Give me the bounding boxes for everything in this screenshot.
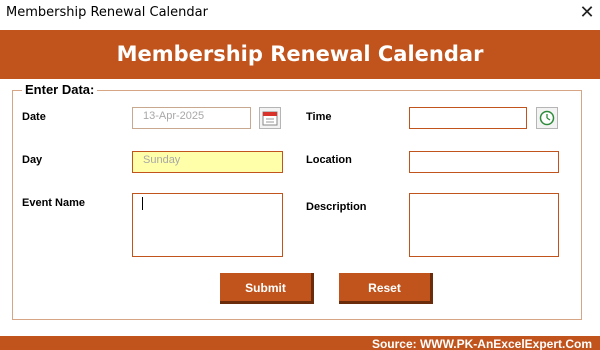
time-picker-button[interactable] [536, 107, 558, 129]
event-name-label: Event Name [22, 197, 85, 209]
enter-data-label: Enter Data: [22, 82, 98, 97]
day-value: Sunday [143, 154, 181, 166]
close-icon[interactable]: ✕ [576, 0, 598, 24]
description-field[interactable] [409, 193, 559, 257]
date-picker-button[interactable] [259, 107, 281, 129]
clock-icon [539, 110, 555, 126]
reset-button[interactable]: Reset [339, 273, 433, 304]
location-label: Location [306, 154, 352, 166]
calendar-icon [262, 111, 278, 126]
day-field[interactable]: Sunday [132, 151, 283, 173]
time-field[interactable] [409, 107, 527, 129]
banner: Membership Renewal Calendar [0, 30, 600, 79]
footer: Source: WWW.PK-AnExcelExpert.Com [0, 336, 600, 350]
location-field[interactable] [409, 151, 559, 173]
time-label: Time [306, 111, 332, 123]
description-label: Description [306, 201, 367, 213]
date-label: Date [22, 111, 46, 123]
date-field[interactable]: 13-Apr-2025 [132, 107, 251, 129]
day-label: Day [22, 154, 43, 166]
date-value: 13-Apr-2025 [143, 110, 205, 122]
banner-heading: Membership Renewal Calendar [116, 42, 484, 66]
source-credit: Source: WWW.PK-AnExcelExpert.Com [371, 337, 592, 350]
submit-button[interactable]: Submit [220, 273, 314, 304]
text-cursor [142, 197, 143, 210]
window-titlebar: Membership Renewal Calendar ✕ [0, 0, 600, 26]
window-title: Membership Renewal Calendar [6, 5, 208, 20]
event-name-field[interactable] [132, 193, 283, 257]
